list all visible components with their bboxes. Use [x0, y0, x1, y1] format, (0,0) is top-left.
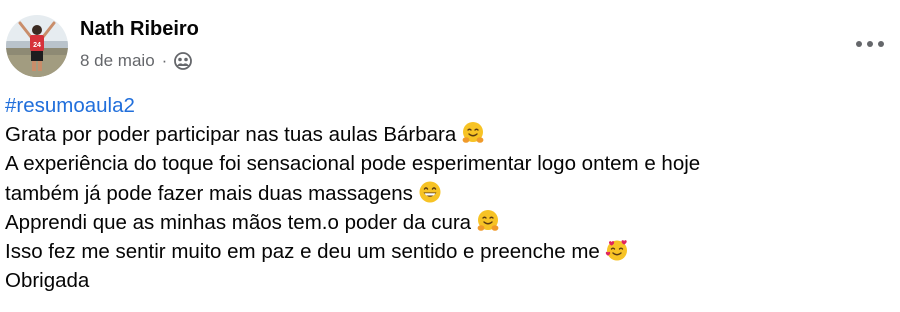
post-text: Isso fez me sentir muito em paz e deu um… — [5, 239, 600, 263]
facebook-post: 24 Nath Ribeiro 8 de maio · #resumoaula2… — [0, 0, 900, 312]
hugging-face-icon — [461, 121, 485, 145]
post-body: #resumoaula2 Grata por poder participar … — [5, 91, 885, 295]
hashtag-link[interactable]: #resumoaula2 — [5, 94, 135, 117]
author-name[interactable]: Nath Ribeiro — [80, 18, 199, 41]
post-text: Obrigada — [5, 269, 90, 293]
post-line: Grata por poder participar nas tuas aula… — [5, 120, 885, 149]
post-date[interactable]: 8 de maio — [80, 51, 155, 71]
grinning-face-icon — [418, 180, 442, 204]
friends-icon[interactable] — [173, 51, 193, 71]
post-text: Grata por poder participar nas tuas aula… — [5, 123, 457, 147]
post-line: Isso fez me sentir muito em paz e deu um… — [5, 237, 885, 266]
post-meta: 8 de maio · — [80, 51, 193, 71]
post-text: também já pode fazer mais duas massagens — [5, 181, 413, 205]
hashtag-line: #resumoaula2 — [5, 91, 885, 120]
more-options-button[interactable] — [852, 30, 888, 58]
post-text: A experiência do toque foi sensacional p… — [5, 152, 701, 176]
hugging-face-icon — [476, 209, 500, 233]
svg-text:24: 24 — [33, 42, 41, 49]
post-line: também já pode fazer mais duas massagens — [5, 179, 885, 208]
post-line: Obrigada — [5, 266, 885, 295]
meta-separator: · — [161, 51, 168, 70]
more-options-icon — [856, 41, 884, 47]
post-text: Apprendi que as minhas mãos tem.o poder … — [5, 210, 472, 234]
post-line: Apprendi que as minhas mãos tem.o poder … — [5, 208, 885, 237]
smiling-face-with-hearts-icon — [605, 238, 629, 262]
avatar[interactable]: 24 — [6, 15, 68, 77]
post-line: A experiência do toque foi sensacional p… — [5, 149, 885, 178]
post-header: 24 Nath Ribeiro 8 de maio · — [0, 0, 900, 90]
